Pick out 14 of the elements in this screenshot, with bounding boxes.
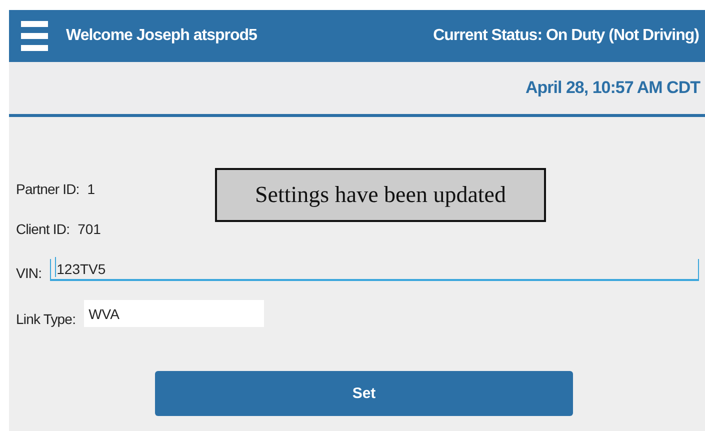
set-button[interactable]: Set (155, 371, 573, 416)
input-field[interactable]: WVA (84, 300, 264, 327)
menu-icon[interactable] (21, 19, 48, 53)
field-label: Partner ID: (16, 181, 80, 197)
field-value: 701 (78, 221, 101, 237)
field-label: Client ID: (16, 221, 70, 237)
status-text: Current Status: On Duty (Not Driving) (433, 27, 699, 45)
welcome-text: Welcome Joseph atsprod5 (66, 27, 257, 45)
input-field[interactable]: 123TV5 (50, 259, 699, 281)
toast-message: Settings have been updated (215, 168, 546, 222)
date-text: April 28, 10:57 AM CDT (526, 78, 700, 98)
field-label: Link Type: (16, 311, 76, 327)
field-label: VIN: (16, 265, 42, 281)
field-value: 1 (87, 181, 96, 197)
